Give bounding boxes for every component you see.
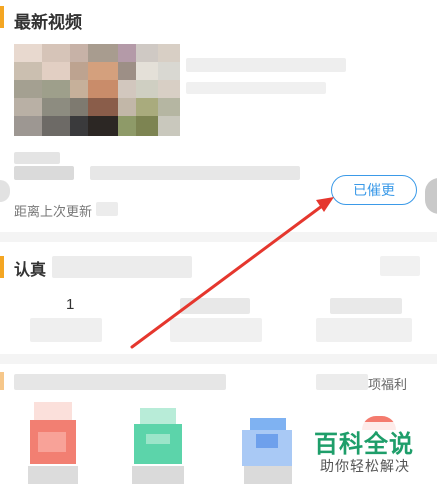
stat-blur-4 (330, 298, 402, 314)
section-latest-accent-bar (0, 6, 4, 28)
welfare-title-blur (14, 374, 226, 390)
welfare-count-blur (316, 374, 368, 390)
watermark: 百科全说 助你轻松解决 (306, 422, 434, 482)
stat-blur-3 (170, 318, 262, 342)
video-meta-blur-3 (90, 166, 300, 180)
section-latest-title: 最新视频 (14, 13, 82, 32)
remind-update-button[interactable]: 已催更 (331, 175, 417, 205)
section-follow-accent-bar (0, 256, 4, 278)
welfare-label[interactable]: 项福利 (368, 374, 407, 393)
video-thumbnail[interactable] (14, 44, 180, 136)
stat-blur-1 (30, 318, 102, 342)
section-follow-right-blur (380, 256, 420, 276)
bottom-item-1[interactable] (28, 402, 78, 485)
left-edge-handle (0, 180, 10, 202)
video-card[interactable]: 距离上次更新 已催更 (0, 38, 437, 228)
welfare-accent-bar (0, 372, 4, 390)
bottom-item-2[interactable] (132, 402, 184, 485)
section-divider-1 (0, 232, 437, 242)
video-meta-blur-2 (14, 166, 74, 180)
section-divider-2 (0, 354, 437, 364)
remind-update-label: 已催更 (353, 182, 395, 198)
watermark-title: 百科全说 (314, 431, 414, 458)
video-update-note: 距离上次更新 (14, 204, 93, 219)
stat-first-value: 1 (66, 296, 75, 313)
stat-blur-5 (316, 318, 412, 342)
watermark-subtitle: 助你轻松解决 (320, 458, 410, 474)
video-title-blur-1 (186, 58, 346, 72)
video-update-blur (96, 202, 118, 216)
stat-blur-2 (180, 298, 250, 314)
video-meta-blur-1 (14, 152, 60, 164)
video-title-blur-2 (186, 82, 326, 94)
section-follow-blur (52, 256, 192, 278)
section-follow-title: 认真 (14, 262, 47, 279)
bottom-item-3[interactable] (238, 402, 298, 485)
right-edge-handle[interactable] (425, 178, 437, 214)
